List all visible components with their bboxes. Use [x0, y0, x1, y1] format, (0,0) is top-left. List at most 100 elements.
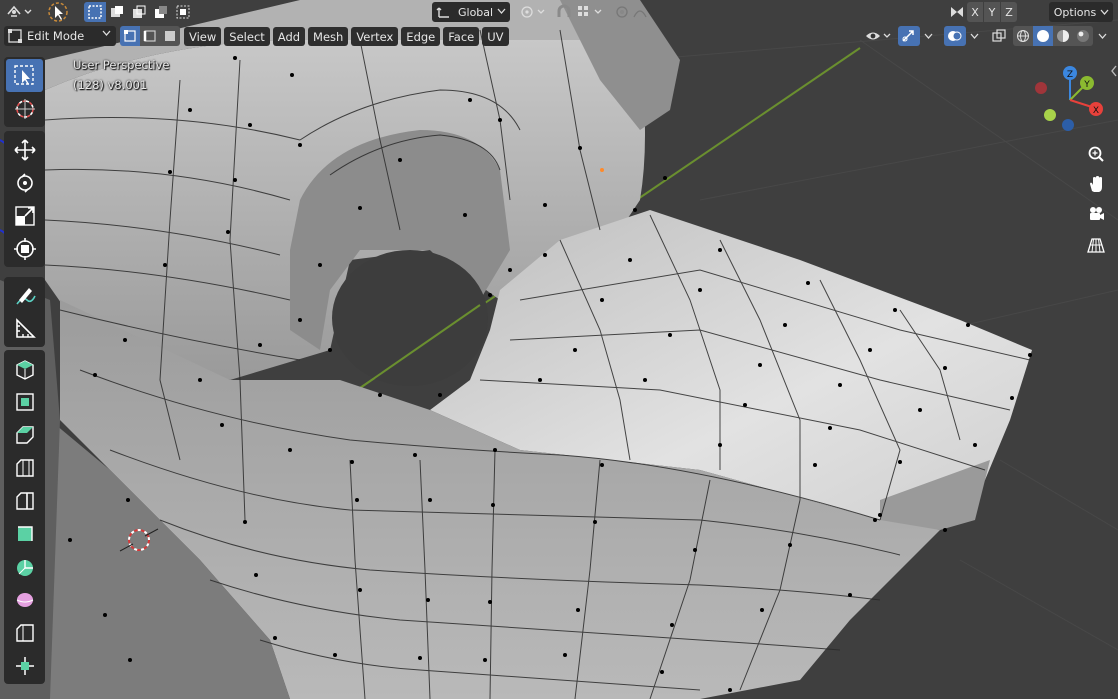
tool-bevel[interactable] — [6, 451, 43, 484]
editor-type-icon — [7, 5, 32, 17]
zoom-button[interactable] — [1084, 142, 1108, 166]
tool-loop-cut[interactable] — [6, 484, 43, 517]
orientation-icon — [436, 7, 449, 18]
tool-measure[interactable] — [6, 312, 43, 345]
solid-shading-button[interactable] — [1033, 26, 1053, 46]
header-bar: Global X Y Z Options — [0, 0, 1118, 24]
tool-settings-button[interactable] — [46, 0, 70, 24]
mirror-y-button[interactable]: Y — [984, 2, 1000, 22]
sidebar-toggle[interactable] — [1110, 64, 1118, 78]
solid-sphere-icon — [1037, 30, 1049, 42]
vertex-select-button[interactable] — [120, 26, 140, 46]
tool-smooth[interactable] — [6, 616, 43, 649]
gizmo-dropdown-button[interactable] — [920, 26, 936, 46]
add-cube-icon — [15, 359, 34, 380]
transform-orientation-select[interactable]: Global — [432, 2, 510, 22]
gizmo-toggle-button[interactable] — [898, 26, 920, 46]
select-subtract-button[interactable] — [128, 2, 150, 22]
gizmo-y-label: Y — [1083, 80, 1090, 90]
perspective-toggle-button[interactable] — [1084, 233, 1108, 257]
select-invert-button[interactable] — [150, 2, 172, 22]
select-intersect-button[interactable] — [172, 2, 194, 22]
menu-uv[interactable]: UV — [482, 27, 509, 46]
camera-view-button[interactable] — [1084, 202, 1108, 226]
tool-knife[interactable] — [6, 517, 43, 550]
editor-type-button[interactable] — [4, 2, 34, 22]
overlays-toggle-button[interactable] — [944, 26, 966, 46]
falloff-button[interactable] — [630, 2, 660, 22]
vertex-select-icon — [124, 30, 136, 42]
butterfly-icon — [951, 7, 963, 17]
edge-select-button[interactable] — [140, 26, 160, 46]
camera-icon — [1090, 207, 1104, 220]
shading-dropdown-button[interactable] — [1093, 26, 1111, 46]
zoom-icon — [1088, 146, 1104, 162]
menu-edge[interactable]: Edge — [401, 27, 441, 46]
chevron-down-icon — [970, 33, 978, 39]
select-extend-button[interactable] — [106, 2, 128, 22]
tool-select-box[interactable] — [6, 59, 43, 92]
edge-slide-icon — [15, 656, 34, 675]
object-info-label: (128) v8.001 — [73, 78, 148, 92]
eye-icon — [866, 32, 891, 40]
tool-poly-build[interactable] — [6, 550, 43, 583]
tool-annotate[interactable] — [6, 279, 43, 312]
mirror-z-button[interactable]: Z — [1001, 2, 1017, 22]
pan-button[interactable] — [1084, 172, 1108, 196]
tool-scale[interactable] — [6, 199, 43, 232]
face-select-icon — [165, 31, 175, 41]
tool-add-cube[interactable] — [6, 352, 43, 385]
rendered-sphere-icon — [1077, 30, 1089, 42]
tool-extrude[interactable] — [6, 385, 43, 418]
menu-add[interactable]: Add — [272, 27, 306, 46]
tool-transform[interactable] — [6, 232, 43, 265]
menu-vertex[interactable]: Vertex — [351, 27, 399, 46]
tool-cursor[interactable] — [6, 92, 43, 125]
xray-toggle-button[interactable] — [988, 26, 1010, 46]
select-mode-group — [120, 26, 180, 46]
toolbar-mesh-group — [4, 350, 45, 684]
tool-rotate[interactable] — [6, 166, 43, 199]
chevron-down-icon — [1098, 33, 1106, 39]
toolbar-transform-group — [4, 57, 45, 127]
pivot-point-button[interactable] — [518, 2, 548, 22]
wireframe-sphere-icon — [1017, 30, 1029, 42]
menu-face[interactable]: Face — [443, 27, 480, 46]
navigation-gizmo[interactable]: Z Y X — [1030, 60, 1110, 140]
mirror-x-button[interactable]: X — [967, 2, 983, 22]
options-label: Options — [1053, 5, 1097, 19]
rendered-shading-button[interactable] — [1073, 26, 1093, 46]
select-new-button[interactable] — [84, 2, 106, 22]
menu-view[interactable]: View — [184, 27, 222, 46]
material-shading-button[interactable] — [1053, 26, 1073, 46]
tool-edge-slide[interactable] — [6, 649, 43, 682]
material-sphere-icon — [1057, 30, 1069, 42]
annotate-icon — [15, 287, 36, 304]
mode-select[interactable]: Edit Mode — [4, 26, 116, 46]
gizmo-neg-y[interactable] — [1044, 109, 1056, 121]
options-dropdown[interactable]: Options — [1049, 2, 1113, 22]
mesh-scene[interactable] — [0, 0, 1118, 699]
shading-mode-group — [1013, 26, 1093, 46]
3d-viewport[interactable] — [0, 0, 1118, 699]
wireframe-shading-button[interactable] — [1013, 26, 1033, 46]
face-select-button[interactable] — [160, 26, 180, 46]
mirror-toggle-button[interactable] — [946, 2, 968, 22]
tool-spin[interactable] — [6, 583, 43, 616]
knife-icon — [17, 525, 33, 541]
visibility-button[interactable] — [864, 26, 894, 46]
mode-label: Edit Mode — [27, 29, 85, 43]
overlays-dropdown-button[interactable] — [966, 26, 982, 46]
tool-inset[interactable] — [6, 418, 43, 451]
gizmo-neg-x[interactable] — [1035, 82, 1047, 94]
menu-mesh[interactable]: Mesh — [308, 27, 349, 46]
snap-toggle-button[interactable] — [553, 2, 575, 22]
gizmo-z-label: Z — [1067, 70, 1073, 80]
tool-move[interactable] — [6, 133, 43, 166]
toolbar-annotate-group — [4, 277, 45, 347]
gizmo-neg-z[interactable] — [1062, 119, 1074, 131]
transform-orientation-label: Global — [458, 5, 494, 19]
snap-target-button[interactable] — [575, 2, 605, 22]
chevron-left-icon — [1111, 65, 1117, 77]
menu-select[interactable]: Select — [224, 27, 270, 46]
